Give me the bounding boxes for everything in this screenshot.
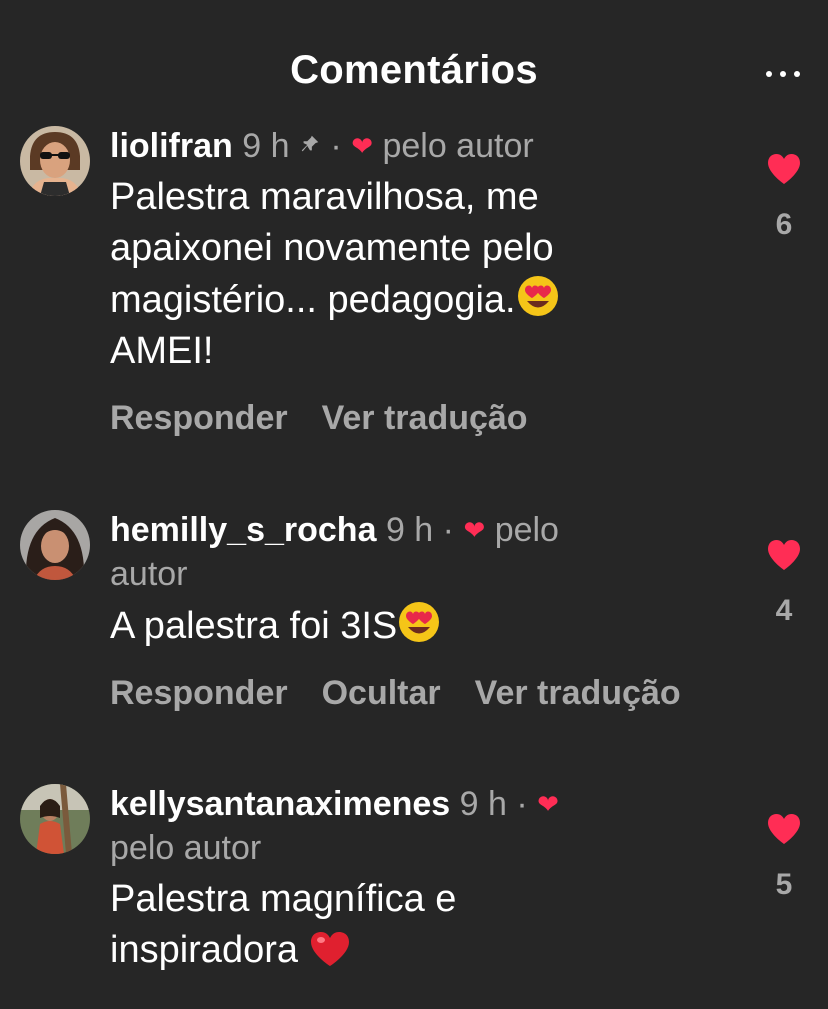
heart-icon: [768, 814, 800, 844]
comment-text-line: inspiradora: [110, 929, 298, 971]
heart-icon: [768, 540, 800, 570]
reply-button[interactable]: Responder: [110, 399, 288, 437]
header: Comentários: [0, 0, 828, 122]
comment-actions: Responder Ver tradução: [110, 399, 750, 438]
heart-eyes-emoji-icon: [517, 276, 558, 316]
comment-text-line: magistério... pedagogia.: [110, 279, 516, 321]
username[interactable]: hemilly_s_rocha: [110, 511, 376, 549]
pin-icon: [301, 135, 319, 152]
separator: ·: [330, 127, 342, 165]
more-options-icon[interactable]: [762, 62, 804, 86]
liked-by-author: pelo autor: [382, 127, 534, 165]
red-heart-emoji-icon: [310, 932, 349, 966]
liked-by-author: pelo: [494, 511, 559, 549]
comment-actions: Responder Ocultar Ver tradução: [110, 674, 750, 713]
separator: ·: [516, 785, 528, 823]
comment-text: Palestra magnífica e inspiradora: [110, 874, 750, 976]
comment-text-line: Palestra magnífica e: [110, 878, 457, 920]
author-heart-icon: ❤: [351, 131, 373, 161]
more-dot: [794, 71, 800, 77]
author-heart-icon: ❤: [537, 789, 559, 819]
like-count: 5: [775, 868, 793, 901]
separator: ·: [442, 511, 454, 549]
comment-text: A palestra foi 3IS: [110, 600, 750, 652]
liked-by-author: pelo autor: [110, 829, 262, 867]
reply-button[interactable]: Responder: [110, 674, 288, 712]
page-title: Comentários: [290, 48, 538, 92]
like-button[interactable]: 4: [760, 538, 808, 628]
avatar[interactable]: [20, 126, 90, 196]
comments-screen: Comentários liolifran 9 h · ❤ pelo autor…: [0, 0, 828, 1009]
translate-button[interactable]: Ver tradução: [322, 399, 528, 437]
liked-by-author: autor: [110, 555, 188, 593]
username[interactable]: liolifran: [110, 127, 233, 165]
like-count: 4: [775, 594, 793, 627]
timestamp: 9 h: [385, 511, 434, 549]
author-heart-icon: ❤: [463, 515, 486, 545]
comment-meta: hemilly_s_rocha 9 h · ❤ pelo autor: [110, 508, 750, 596]
avatar[interactable]: [20, 510, 90, 580]
like-button[interactable]: 6: [760, 152, 808, 242]
like-count: 6: [775, 208, 793, 241]
timestamp: 9 h: [459, 785, 507, 823]
username[interactable]: kellysantanaximenes: [110, 785, 450, 823]
hide-button[interactable]: Ocultar: [322, 674, 441, 712]
like-button[interactable]: 5: [760, 812, 808, 902]
more-dot: [780, 71, 786, 77]
comment-meta: kellysantanaximenes 9 h · ❤ pelo autor: [110, 782, 750, 870]
comment-text-line: A palestra foi 3IS: [110, 605, 398, 647]
translate-button[interactable]: Ver tradução: [475, 674, 681, 712]
heart-eyes-emoji-icon: [399, 602, 440, 642]
comment-text-line: Palestra maravilhosa, me: [110, 176, 539, 218]
comment-meta: liolifran 9 h · ❤ pelo autor: [110, 124, 750, 168]
heart-icon: [768, 154, 800, 184]
more-dot: [766, 71, 772, 77]
comment-text-line: apaixonei novamente pelo: [110, 227, 554, 269]
comment-text: Palestra maravilhosa, me apaixonei novam…: [110, 172, 750, 377]
timestamp: 9 h: [242, 127, 290, 165]
avatar[interactable]: [20, 784, 90, 854]
comment-text-line: AMEI!: [110, 330, 214, 372]
